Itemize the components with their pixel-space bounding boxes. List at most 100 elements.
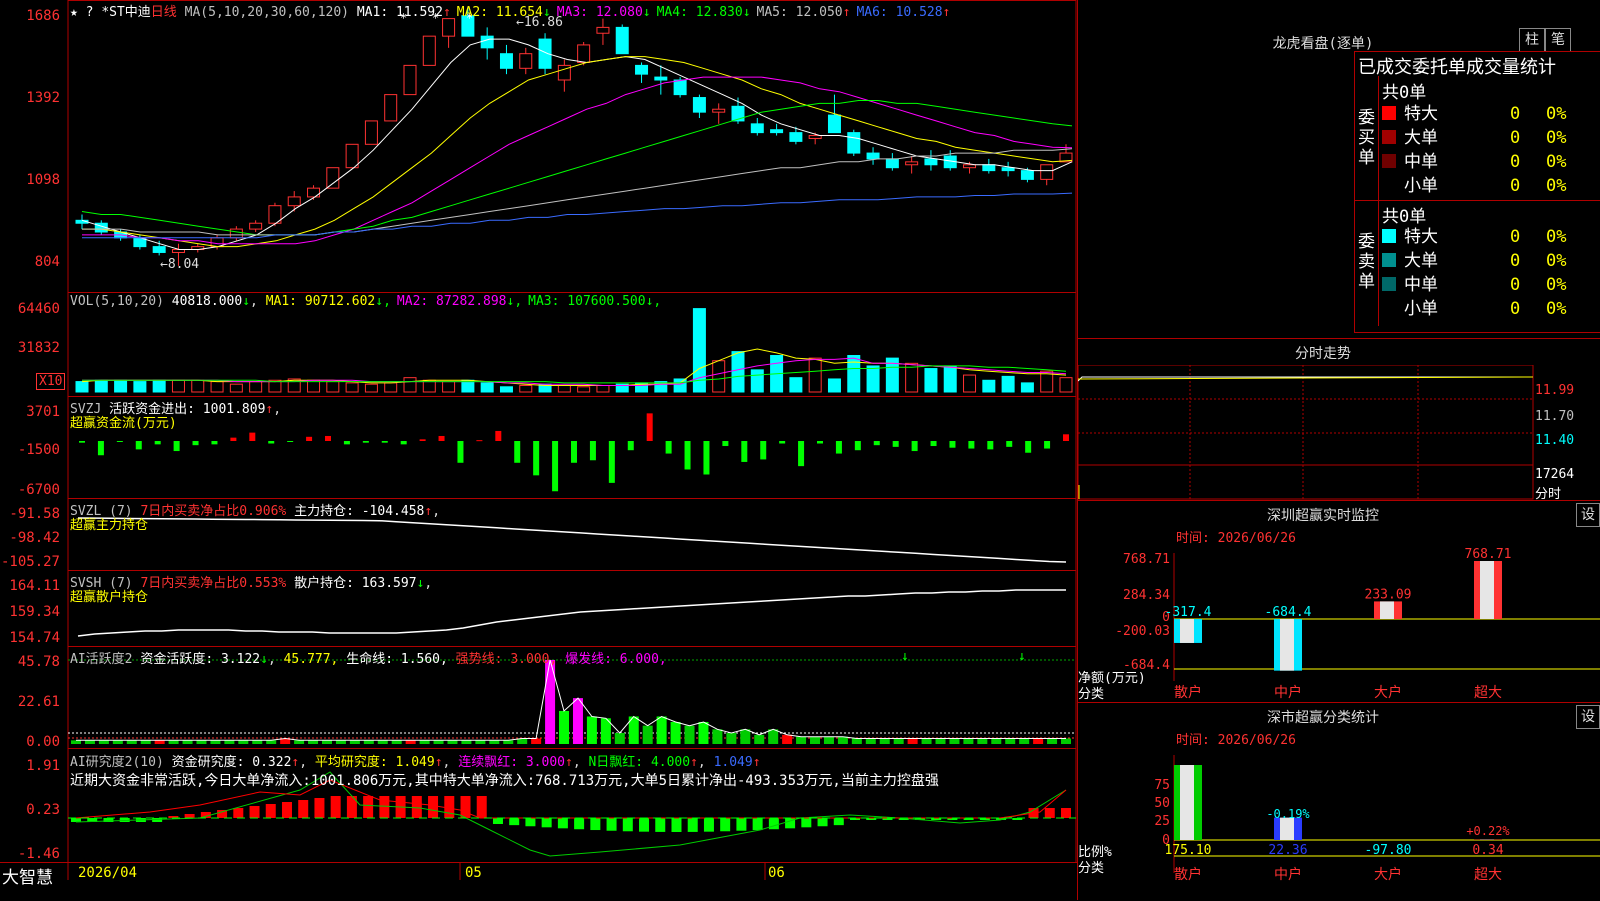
flow-bar	[457, 441, 463, 463]
ai-res-avg: 平均研究度: 1.049	[315, 755, 435, 770]
candle-body	[597, 27, 609, 33]
y-label: 1.91	[0, 758, 64, 774]
volume-bar	[732, 352, 744, 392]
vol-unit-badge[interactable]: X10	[36, 373, 65, 390]
flow-bar	[968, 441, 974, 449]
kline-header: ★ ? *ST中迪日线 MA(5,10,20,30,60,120) MA1: 1…	[70, 1, 956, 20]
sz-class-category: 散户	[1174, 866, 1202, 883]
ma-value-4: MA4: 12.830↓	[657, 5, 751, 20]
sz-monitor-settings-button[interactable]: 设	[1576, 503, 1600, 527]
svzj-subtitle: 超赢资金流(万元)	[70, 412, 177, 431]
research-bar	[607, 818, 617, 831]
buy-orders-label: 委买单	[1358, 108, 1376, 168]
volume-bar	[828, 379, 840, 392]
y-label: 3701	[0, 404, 64, 420]
flow-bar	[855, 441, 861, 450]
research-bar	[639, 818, 649, 832]
volume-bar	[925, 369, 937, 392]
ai-res-consec: 连续飘红: 3.000	[458, 755, 565, 770]
volume-bar	[848, 356, 860, 392]
sz-monitor-chart[interactable]: 768.71284.340-200.03-684.4-317.4散户-684.4…	[1078, 541, 1600, 703]
flow-bar	[647, 413, 653, 441]
ai-act-value: 资金活跃度: 3.122	[140, 652, 260, 667]
volume-bar	[211, 382, 223, 392]
research-bar	[477, 796, 487, 818]
bar-mode-button[interactable]: 柱	[1519, 28, 1545, 52]
sz-monitor-bar-highlight	[1480, 561, 1494, 619]
activity-bar	[169, 740, 179, 744]
volume-bar	[964, 375, 976, 392]
top-icons[interactable]: ★ ?	[70, 5, 93, 20]
activity-bar	[1061, 738, 1071, 744]
sz-class-settings-button[interactable]: 设	[1576, 705, 1600, 729]
fenshi-title: 分时走势	[1078, 343, 1568, 363]
order-size-label: 大单	[1404, 251, 1438, 271]
vol-ma-values: MA1: 90712.602↓,MA2: 87282.898↓,MA3: 107…	[266, 294, 668, 309]
candle-body	[1021, 171, 1033, 180]
volume-bar	[983, 380, 995, 392]
candle-body	[308, 188, 320, 197]
flow-bar	[287, 441, 293, 442]
sz-monitor-axis-label2: 分类	[1078, 683, 1104, 702]
period-label[interactable]: 日线	[151, 5, 177, 20]
y-label: 164.11	[0, 578, 64, 594]
research-bar	[623, 818, 633, 831]
candle-body	[230, 229, 242, 238]
research-bar	[574, 818, 584, 829]
activity-bar	[489, 740, 499, 744]
research-bar	[233, 808, 243, 818]
fenshi-panel[interactable]: 分时走势 11.99 11.70 11.40 17264 分时	[1078, 338, 1600, 501]
sz-class-chart[interactable]: 7550250175.10散户22.36-0.19%中户-97.80大户0.34…	[1078, 743, 1600, 901]
vol-ma-value-1: MA1: 90712.602↓,	[266, 294, 391, 309]
candle-body	[925, 159, 937, 165]
research-bar	[493, 818, 503, 824]
candle-body	[867, 153, 879, 159]
volume-bar	[172, 380, 184, 392]
sz-monitor-bar-label: -317.4	[1165, 605, 1212, 620]
activity-bar	[810, 737, 820, 744]
order-count: 0	[1510, 150, 1520, 174]
activity-bar	[1019, 738, 1029, 744]
activity-bar	[643, 726, 653, 744]
volume-bar	[751, 370, 763, 392]
vol-header: VOL(5,10,20) 40818.000↓, MA1: 90712.602↓…	[70, 294, 667, 309]
sz-class-category: 大户	[1374, 866, 1402, 883]
ma-header: MA(5,10,20,30,60,120)	[185, 5, 349, 20]
sz-class-y-label: 25	[1154, 814, 1170, 829]
activity-bar	[991, 738, 1001, 744]
activity-bar	[378, 740, 388, 744]
candle-body	[713, 109, 725, 112]
svzl-value: 主力持仓: -104.458	[294, 504, 424, 519]
flow-bar	[1044, 441, 1050, 449]
sz-class-pct-label: +0.22%	[1466, 824, 1510, 838]
research-bar	[185, 814, 195, 818]
activity-bar	[768, 729, 778, 744]
research-bar	[282, 802, 292, 818]
activity-bar	[71, 740, 81, 744]
sz-class-value-label: 0.34	[1472, 843, 1503, 858]
flow-bar	[420, 439, 426, 441]
activity-bar	[392, 740, 402, 744]
research-bar	[1061, 808, 1071, 818]
buy-row-1: 大单00%	[1382, 126, 1598, 150]
sz-class-y-label: 50	[1154, 796, 1170, 811]
candle-body	[983, 165, 995, 171]
research-bar	[753, 818, 763, 830]
fenshi-y1: 11.99	[1535, 383, 1574, 398]
candle-body	[385, 95, 397, 121]
lhb-panel: 龙虎看盘(逐单) 柱 笔 已成交委托单成交量统计 委买单 委卖单 共0单 共0单…	[1078, 0, 1600, 336]
volume-bar	[95, 380, 107, 392]
candle-body	[790, 133, 802, 142]
ai-act-value2: 45.777,	[284, 652, 339, 667]
stock-name[interactable]: *ST中迪	[101, 5, 150, 20]
tick-mode-button[interactable]: 笔	[1545, 28, 1571, 52]
ma-value-5: MA5: 12.050↑	[757, 5, 851, 20]
candle-body	[404, 65, 416, 94]
flow-bar	[344, 441, 350, 444]
signal-arrow: ↓	[1018, 649, 1026, 664]
activity-bar	[894, 738, 904, 744]
fenshi-chart[interactable]	[1078, 365, 1600, 501]
candle-body	[828, 115, 840, 133]
research-bar	[558, 818, 568, 828]
candle-body	[443, 19, 455, 37]
